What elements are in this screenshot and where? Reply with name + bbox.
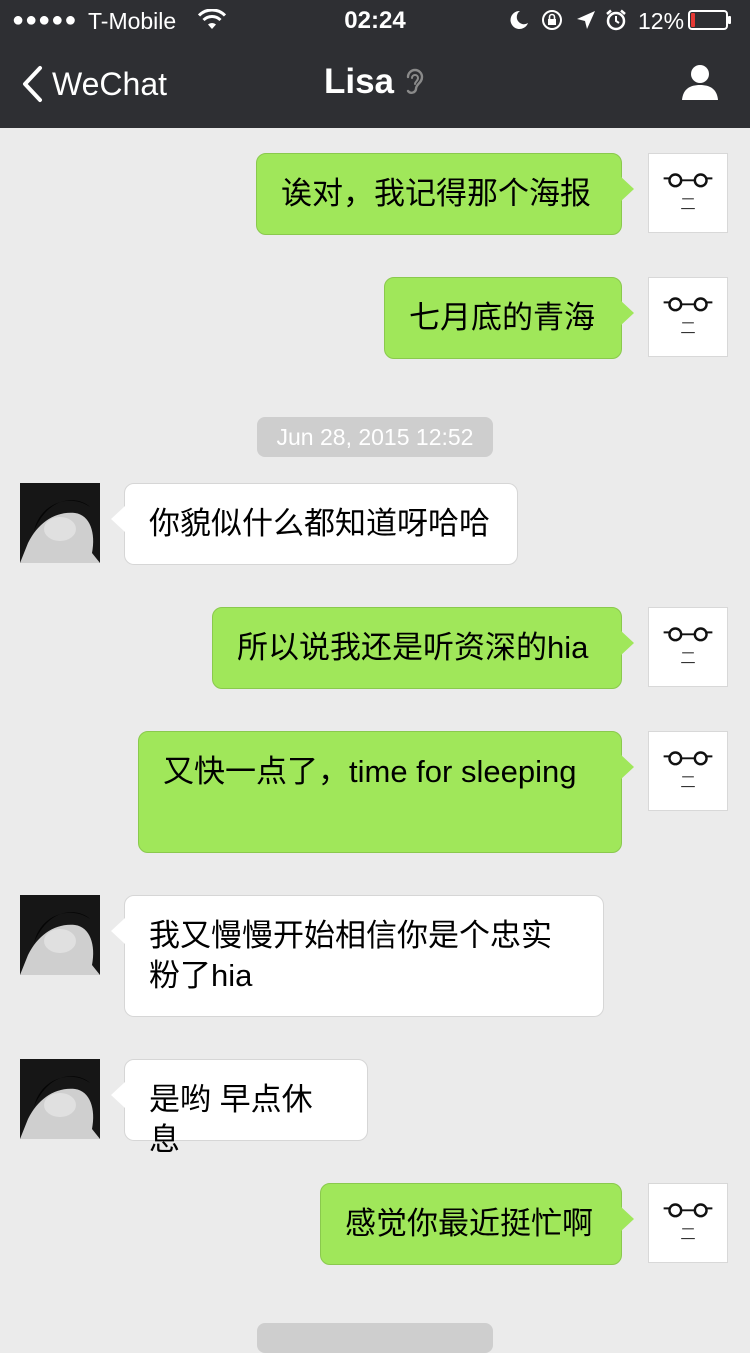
status-bar: ●●●●● T-Mobile 02:24 12% — [0, 0, 750, 40]
glasses-face-icon — [663, 627, 713, 664]
navigation-bar: WeChat Lisa — [0, 40, 750, 128]
message-text: 又快一点了，time for sleeping — [163, 754, 577, 789]
battery-level — [691, 13, 695, 27]
timestamp-label: Jun 28, 2015 12:52 — [257, 417, 493, 457]
message-bubble-sent[interactable]: 所以说我还是听资深的hia — [212, 607, 634, 689]
my-avatar[interactable] — [648, 607, 728, 687]
ear-icon — [406, 68, 424, 94]
message-bubble-sent[interactable]: 又快一点了，time for sleeping — [138, 731, 634, 853]
glasses-face-icon — [663, 751, 713, 788]
message-bubble-sent[interactable]: 诶对，我记得那个海报 — [256, 153, 634, 235]
message-text: 是哟 早点休息 — [149, 1082, 313, 1157]
message-bubble-received[interactable]: 你貌似什么都知道呀哈哈 — [111, 483, 518, 565]
battery-icon — [688, 10, 731, 30]
message-text: 我又慢慢开始相信你是个忠实粉了hia — [149, 918, 552, 993]
my-avatar[interactable] — [648, 1183, 728, 1263]
my-avatar[interactable] — [648, 277, 728, 357]
message-text: 七月底的青海 — [409, 300, 595, 335]
contact-avatar[interactable] — [20, 895, 100, 975]
location-arrow-icon — [577, 11, 595, 29]
timestamp-label-partial — [257, 1323, 493, 1353]
message-bubble-received[interactable]: 我又慢慢开始相信你是个忠实粉了hia — [111, 895, 604, 1017]
message-bubble-sent[interactable]: 感觉你最近挺忙啊 — [320, 1183, 634, 1265]
glasses-face-icon — [663, 1203, 713, 1240]
moon-icon — [510, 10, 528, 29]
glasses-face-icon — [663, 173, 713, 210]
message-bubble-sent[interactable]: 七月底的青海 — [384, 277, 634, 359]
alarm-icon — [606, 9, 626, 31]
contact-avatar[interactable] — [20, 483, 100, 563]
message-text: 你貌似什么都知道呀哈哈 — [149, 506, 490, 541]
contact-avatar[interactable] — [20, 1059, 100, 1139]
message-text: 所以说我还是听资深的hia — [237, 630, 589, 665]
profile-icon[interactable] — [680, 62, 720, 102]
contact-name: Lisa — [323, 62, 395, 101]
glasses-face-icon — [663, 297, 713, 334]
chat-area[interactable]: 诶对，我记得那个海报 七月底的青海 Jun 28, 2015 12:52 你貌似… — [0, 128, 750, 1353]
contact-photo — [20, 1059, 100, 1139]
message-text: 感觉你最近挺忙啊 — [345, 1206, 593, 1241]
battery-percentage: 12% — [638, 8, 685, 34]
contact-photo — [20, 483, 100, 563]
message-text: 诶对，我记得那个海报 — [281, 176, 591, 211]
my-avatar[interactable] — [648, 153, 728, 233]
my-avatar[interactable] — [648, 731, 728, 811]
chat-title: Lisa — [0, 62, 750, 102]
message-bubble-received[interactable]: 是哟 早点休息 — [111, 1059, 368, 1157]
rotation-lock-icon — [542, 10, 562, 30]
contact-photo — [20, 895, 100, 975]
